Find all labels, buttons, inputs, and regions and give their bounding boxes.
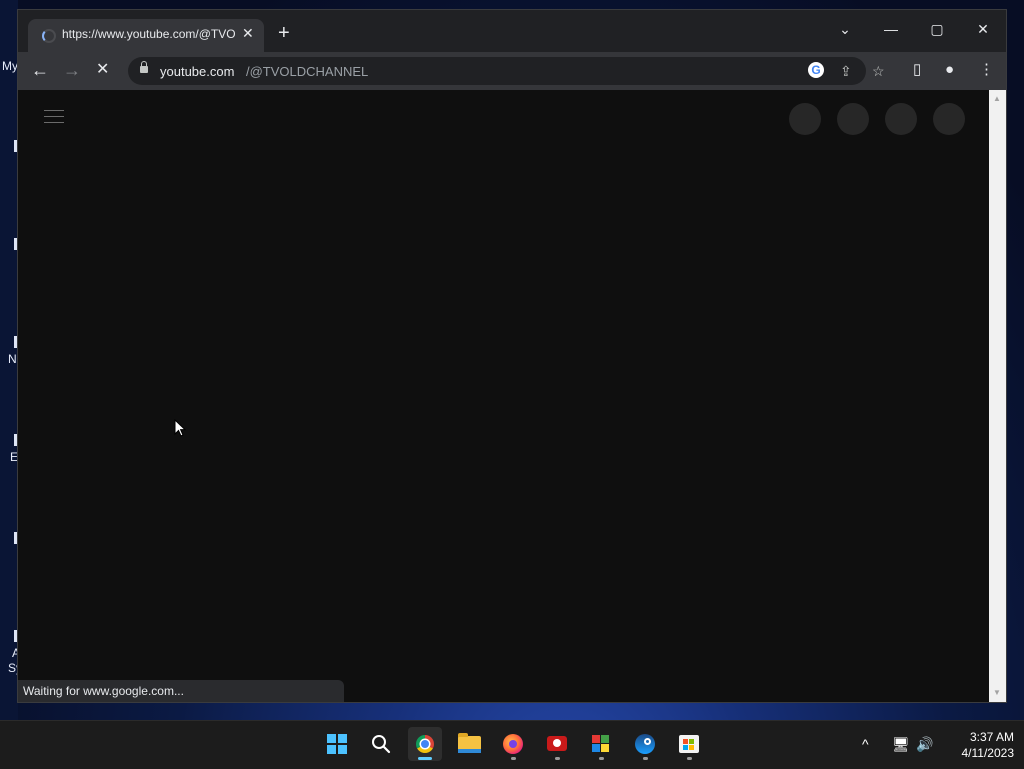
firefox-icon xyxy=(503,734,523,754)
start-button[interactable] xyxy=(320,727,354,761)
store-icon xyxy=(679,735,699,753)
guide-menu-icon[interactable] xyxy=(44,110,64,128)
close-window-button[interactable]: ✕ xyxy=(968,16,998,42)
url-host[interactable]: youtube.com xyxy=(160,64,234,79)
recorder-icon xyxy=(547,736,567,751)
tab-strip: https://www.youtube.com/@TVOLDCHANNEL ✕ … xyxy=(18,10,1006,52)
taskbar-recorder[interactable] xyxy=(540,727,574,761)
taskbar-file-explorer[interactable] xyxy=(452,727,486,761)
running-indicator xyxy=(555,757,560,760)
maximize-button[interactable]: ▢ xyxy=(922,16,952,42)
url-path[interactable]: /@TVOLDCHANNEL xyxy=(246,64,368,79)
clock-date: 4/11/2023 xyxy=(961,746,1015,760)
scroll-up-icon[interactable]: ▲ xyxy=(993,94,1001,103)
tab-youtube[interactable]: https://www.youtube.com/@TVOLDCHANNEL ✕ xyxy=(28,19,264,52)
taskbar-flag-app[interactable] xyxy=(584,727,618,761)
side-panel-icon[interactable]: ▯ xyxy=(913,61,921,79)
search-icon xyxy=(372,735,391,754)
windows-logo-icon xyxy=(327,734,347,754)
back-button[interactable]: ← xyxy=(31,60,49,80)
skeleton-avatar xyxy=(789,103,821,135)
flag-app-icon xyxy=(591,734,611,754)
running-indicator xyxy=(687,757,692,760)
status-text: Waiting for www.google.com... xyxy=(23,684,184,698)
taskbar-steam[interactable] xyxy=(628,727,662,761)
steam-icon xyxy=(635,734,655,754)
google-lens-icon[interactable]: G xyxy=(808,62,824,78)
scroll-down-icon[interactable]: ▼ xyxy=(993,688,1001,697)
forward-button[interactable]: → xyxy=(63,60,81,80)
running-indicator xyxy=(511,757,516,760)
status-bubble: Waiting for www.google.com... xyxy=(18,680,344,702)
system-clock[interactable]: 3:37 AM 4/11/2023 xyxy=(940,729,1015,761)
skeleton-avatar xyxy=(837,103,869,135)
skeleton-avatar xyxy=(933,103,965,135)
vertical-scrollbar[interactable]: ▲ ▼ xyxy=(989,90,1006,702)
new-tab-button[interactable]: + xyxy=(278,23,290,43)
menu-icon[interactable]: ⋮ xyxy=(979,61,994,79)
loading-spinner-icon xyxy=(42,29,56,43)
address-bar[interactable]: youtube.com /@TVOLDCHANNEL G ⇪ ☆ xyxy=(128,57,885,85)
network-icon[interactable]: 🖥 xyxy=(892,735,910,753)
show-hidden-icons-chevron-icon[interactable]: ^ xyxy=(862,735,869,753)
desktop-icon-label[interactable]: My xyxy=(2,59,18,73)
search-button[interactable] xyxy=(364,727,398,761)
clock-time: 3:37 AM xyxy=(969,730,1014,744)
browser-toolbar: ← → ✕ youtube.com /@TVOLDCHANNEL G ⇪ ☆ ▯… xyxy=(18,52,1006,90)
tab-search-button[interactable]: ⌄ xyxy=(830,16,860,42)
minimize-button[interactable]: — xyxy=(876,16,906,42)
profile-icon[interactable]: ● xyxy=(945,61,954,79)
taskbar-firefox[interactable] xyxy=(496,727,530,761)
bookmark-star-icon[interactable]: ☆ xyxy=(872,62,885,80)
taskbar: ^ 🖥 🔊 3:37 AM 4/11/2023 xyxy=(0,720,1024,769)
desktop-icon-label[interactable]: N xyxy=(8,352,17,366)
running-indicator xyxy=(643,757,648,760)
tab-title: https://www.youtube.com/@TVOLDCHANNEL xyxy=(62,27,236,41)
taskbar-store[interactable] xyxy=(672,727,706,761)
share-icon[interactable]: ⇪ xyxy=(840,62,852,80)
stop-loading-button[interactable]: ✕ xyxy=(96,60,109,80)
running-indicator xyxy=(418,757,432,760)
chrome-icon xyxy=(416,735,434,753)
scroll-thumb[interactable] xyxy=(993,108,1002,684)
lock-icon[interactable] xyxy=(140,61,148,73)
page-viewport: Waiting for www.google.com... xyxy=(18,90,989,702)
volume-icon[interactable]: 🔊 xyxy=(916,735,933,753)
folder-icon xyxy=(458,733,481,753)
chrome-window: https://www.youtube.com/@TVOLDCHANNEL ✕ … xyxy=(18,10,1006,702)
desktop-icon-label[interactable]: E xyxy=(10,450,18,464)
skeleton-avatar xyxy=(885,103,917,135)
running-indicator xyxy=(599,757,604,760)
tab-close-icon[interactable]: ✕ xyxy=(242,25,254,42)
desktop-icons-strip: My N E A Sy xyxy=(0,0,22,720)
taskbar-chrome[interactable] xyxy=(408,727,442,761)
